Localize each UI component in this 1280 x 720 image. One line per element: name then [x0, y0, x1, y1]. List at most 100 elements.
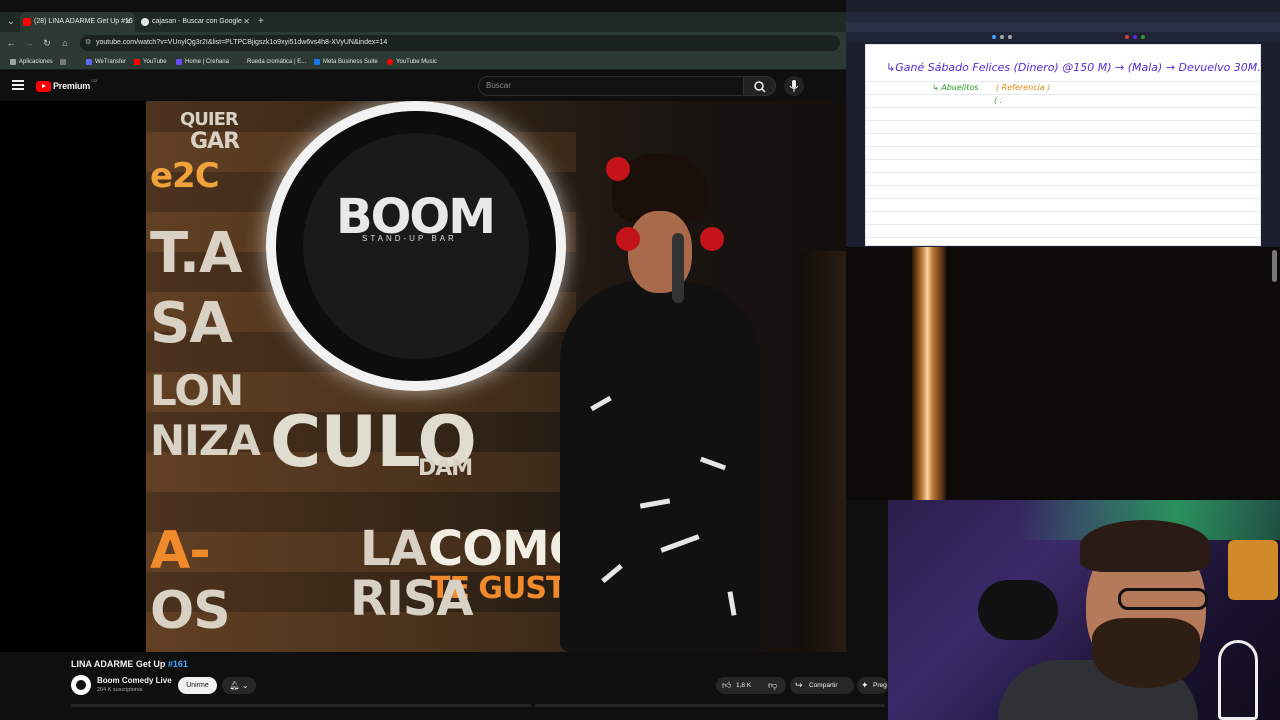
chair — [1218, 640, 1258, 720]
wall-text: e2C — [150, 156, 220, 196]
address-bar-row: ← → ↻ ⌂ ⚙ youtube.com/watch?v=VUnylQg3r2… — [0, 32, 846, 54]
youtube-favicon-icon — [23, 18, 31, 26]
share-button[interactable]: ↪ Compartir — [790, 677, 854, 694]
ruled-line — [866, 133, 1260, 134]
logo-text: Premium — [53, 81, 91, 91]
bookmark-meta[interactable]: Meta Business Suite — [314, 54, 378, 70]
notes-page[interactable]: ↳Gané Sábado Felices (Dinero) @150 M) → … — [865, 44, 1261, 246]
wall-text: LON — [150, 366, 244, 415]
join-button[interactable]: Unirme — [178, 677, 217, 694]
flower — [606, 157, 630, 181]
handwritten-note-line: ( . — [994, 96, 1003, 105]
notes-title-bar — [846, 12, 1280, 22]
microphone-icon — [789, 80, 799, 92]
bookmark-wetransfer[interactable]: WeTransfer — [86, 54, 126, 70]
channel-avatar[interactable] — [71, 675, 91, 695]
ruled-line — [866, 211, 1260, 212]
notes-toolbar — [846, 32, 1280, 42]
highlighter-tool-icon[interactable] — [1000, 35, 1004, 39]
boom-sign — [266, 101, 566, 391]
video-hashtag[interactable]: #161 — [168, 659, 188, 669]
video-info: LINA ADARME Get Up #161 Boom Comedy Live… — [0, 652, 888, 720]
new-tab-icon[interactable]: + — [258, 12, 264, 32]
wall-text: LA — [360, 521, 427, 577]
menu-icon[interactable] — [12, 80, 24, 90]
boom-sign-subtitle: STAND-UP BAR — [362, 234, 457, 243]
search-input[interactable]: Buscar — [478, 76, 744, 96]
bookmark-label: Rueda cromática | E... — [247, 59, 307, 65]
ruled-line — [866, 146, 1260, 147]
tab-close-icon[interactable]: ✕ — [124, 12, 131, 32]
page-scrollbar[interactable] — [1272, 250, 1277, 282]
bookmarks-bar: Aplicaciones WeTransfer YouTube Home | C… — [0, 54, 846, 70]
thumbs-up-icon[interactable]: 👍︎ — [722, 677, 731, 694]
red-color-icon[interactable] — [1125, 35, 1129, 39]
tab-close-icon[interactable]: ✕ — [243, 12, 250, 32]
ruled-line — [866, 120, 1260, 121]
bookmark-rueda[interactable]: Rueda cromática | E... — [238, 54, 306, 70]
bookmark-apps[interactable]: Aplicaciones — [10, 54, 53, 70]
background-lamp — [912, 247, 946, 500]
wall-text: QUIER — [180, 109, 239, 130]
wall-text: OS — [150, 581, 231, 641]
ruled-line — [866, 172, 1260, 173]
wall-text: A- — [150, 521, 211, 581]
flower — [616, 227, 640, 251]
sparkle-icon: ✦ — [861, 680, 869, 690]
ask-label: Preg — [873, 682, 887, 689]
ruled-line — [866, 81, 1260, 82]
reload-icon[interactable]: ↻ — [40, 36, 54, 50]
description-box-edge — [535, 704, 885, 707]
site-info-icon[interactable]: ⚙ — [85, 35, 91, 51]
tab-youtube[interactable]: (28) LINA ADARME Get Up #16 ✕ — [20, 12, 135, 32]
youtube-premium-logo[interactable]: Premium CO — [36, 78, 97, 92]
ruled-line — [866, 224, 1260, 225]
home-icon[interactable]: ⌂ — [58, 36, 72, 50]
ruled-line — [866, 185, 1260, 186]
forward-icon[interactable]: → — [22, 36, 36, 50]
wetransfer-icon — [86, 59, 92, 65]
youtube-play-icon — [36, 80, 51, 92]
handwritten-note-line: ↳Gané Sábado Felices (Dinero) @150 M) → … — [886, 61, 1261, 74]
studio-mic-arm — [978, 580, 1058, 640]
search-button[interactable] — [744, 76, 776, 96]
bell-icon: 🔔︎ — [229, 681, 240, 690]
share-icon: ↪ — [795, 680, 803, 690]
tab-search-chevron-icon[interactable]: ⌄ — [4, 14, 18, 30]
eraser-tool-icon[interactable] — [1008, 35, 1012, 39]
ask-button[interactable]: ✦ Preg — [857, 677, 888, 694]
meta-icon — [314, 59, 320, 65]
url-field[interactable]: ⚙ youtube.com/watch?v=VUnylQg3r2I&list=P… — [80, 35, 840, 51]
youtube-icon — [134, 59, 140, 65]
back-icon[interactable]: ← — [4, 36, 18, 50]
browser-window: ⌄ (28) LINA ADARME Get Up #16 ✕ cajasan … — [0, 0, 888, 720]
green-color-icon[interactable] — [1141, 35, 1145, 39]
wall-text: GAR — [190, 129, 240, 154]
presenter-glasses — [1118, 588, 1208, 610]
screen: ⌄ (28) LINA ADARME Get Up #16 ✕ cajasan … — [0, 0, 1280, 720]
wall-text: NIZA — [150, 416, 261, 465]
like-dislike-group[interactable]: 👍︎ 1,8 K 👎︎ — [716, 677, 786, 694]
subscription-bell-button[interactable]: 🔔︎ ⌄ — [222, 677, 256, 694]
video-player[interactable]: QUIER GAR e2C T.A SA LON NIZA CULO A- OS… — [0, 101, 846, 652]
bookmark-youtube-music[interactable]: YouTube Music — [387, 54, 437, 70]
tab-youtube-label: (28) LINA ADARME Get Up #16 — [34, 18, 133, 25]
url-text: youtube.com/watch?v=VUnylQg3r2I&list=PLT… — [96, 39, 388, 46]
video-title: LINA ADARME Get Up #161 — [71, 659, 188, 669]
wall-text: RISA — [350, 571, 474, 627]
youtube-header: Premium CO Buscar — [0, 71, 846, 101]
apps-grid-icon — [10, 59, 16, 65]
bookmark-crehana[interactable]: Home | Crehana — [176, 54, 229, 70]
channel-name[interactable]: Boom Comedy Live — [97, 676, 172, 685]
voice-search-button[interactable] — [784, 76, 804, 96]
handwritten-note-line: ↳ Abuelitos — [932, 83, 979, 92]
tab-google[interactable]: cajasan - Buscar con Google ✕ — [138, 12, 254, 32]
bookmark-youtube[interactable]: YouTube — [134, 54, 167, 70]
ruled-line — [866, 107, 1260, 108]
ruled-line — [866, 237, 1260, 238]
thumbs-down-icon[interactable]: 👎︎ — [768, 677, 777, 694]
bookmark-label: Home | Crehana — [185, 59, 229, 65]
pen-tool-icon[interactable] — [992, 35, 996, 39]
purple-color-icon[interactable] — [1133, 35, 1137, 39]
ruled-line — [866, 159, 1260, 160]
